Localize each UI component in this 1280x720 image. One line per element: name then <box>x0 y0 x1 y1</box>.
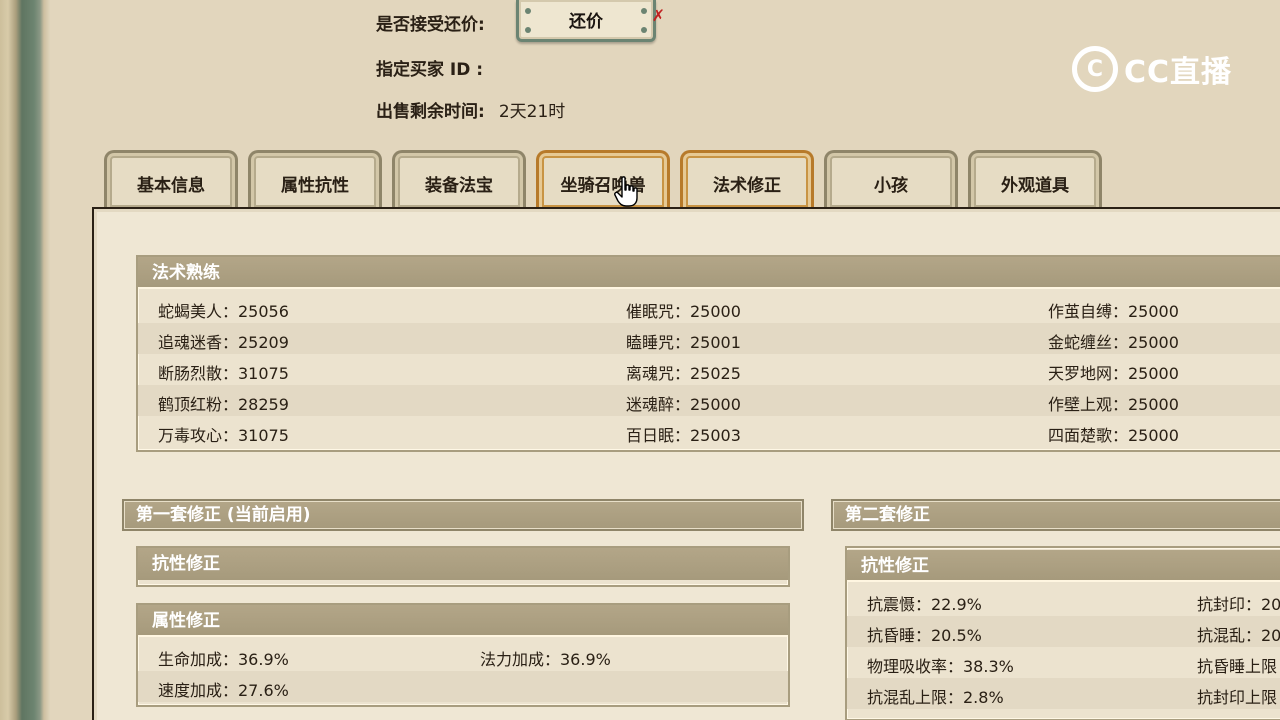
rivet-icon <box>641 27 647 33</box>
table-row: 抗混乱上限：2.8% 抗封印上限 <box>847 678 1280 709</box>
rivet-icon <box>525 8 531 14</box>
table-cell: 离魂咒：25025 <box>626 364 741 383</box>
time-left-row: 出售剩余时间: 2天21时 <box>376 97 565 122</box>
rivet-icon <box>525 27 531 33</box>
set1-title: 第一套修正 (当前启用) <box>122 499 804 531</box>
set2-title: 第二套修正 <box>831 499 1280 531</box>
spell-mastery-title: 法术熟练 <box>138 257 1280 289</box>
table-cell: 迷魂醉：25000 <box>626 395 741 414</box>
hand-cursor-icon <box>614 176 638 207</box>
table-row: 追魂迷香：25209 瞌睡咒：25001 金蛇缠丝：25000 <box>138 323 1280 354</box>
rivet-icon <box>641 8 647 14</box>
cc-logo-icon: C <box>1072 46 1118 92</box>
counter-offer-button[interactable]: 还价 ✗ <box>516 0 665 42</box>
table-row: 速度加成：27.6% <box>138 671 788 702</box>
set1-attr-title: 属性修正 <box>138 605 788 637</box>
table-row: 物理吸收率：38.3% 抗昏睡上限 <box>847 647 1280 678</box>
tab-label: 外观道具 <box>1001 176 1069 196</box>
table-cell: 蛇蝎美人：25056 <box>158 302 289 321</box>
table-cell: 抗昏睡上限 <box>1197 657 1278 676</box>
tab-attribute-resist[interactable]: 属性抗性 <box>248 150 382 210</box>
table-row: 抗震慑：22.9% 抗封印：20 <box>847 585 1280 616</box>
table-cell: 作茧自缚：25000 <box>1048 302 1179 321</box>
table-cell: 金蛇缠丝：25000 <box>1048 333 1179 352</box>
table-row: 鹤顶红粉：28259 迷魂醉：25000 作壁上观：25000 <box>138 385 1280 416</box>
table-cell: 物理吸收率：38.3% <box>867 657 1014 676</box>
table-cell: 抗封印：20 <box>1197 595 1280 614</box>
cc-live-logo: C CC直播 <box>1072 44 1232 94</box>
logo-text: CC直播 <box>1124 55 1233 90</box>
table-row: 生命加成：36.9% 法力加成：36.9% <box>138 640 788 671</box>
set2-resist-box: 抗性修正 抗震慑：22.9% 抗封印：20 抗昏睡：20.5% 抗混乱：20 物… <box>845 546 1280 720</box>
table-cell: 鹤顶红粉：28259 <box>158 395 289 414</box>
table-cell: 抗震慑：22.9% <box>867 595 982 614</box>
table-cell: 生命加成：36.9% <box>158 650 289 669</box>
counter-offer-label: 还价 <box>569 12 603 32</box>
tab-basic-info[interactable]: 基本信息 <box>104 150 238 210</box>
table-cell: 速度加成：27.6% <box>158 681 289 700</box>
tab-appearance-items[interactable]: 外观道具 <box>968 150 1102 210</box>
table-cell: 追魂迷香：25209 <box>158 333 289 352</box>
table-cell: 万毒攻心：31075 <box>158 426 289 445</box>
set1-resist-title: 抗性修正 <box>138 548 788 580</box>
table-cell: 抗混乱上限：2.8% <box>867 688 1004 707</box>
accept-counter-label: 是否接受还价: <box>376 15 485 35</box>
table-row: 断肠烈散：31075 离魂咒：25025 天罗地网：25000 <box>138 354 1280 385</box>
tab-label: 属性抗性 <box>281 176 349 196</box>
ribbon-icon: ✗ <box>651 6 665 25</box>
spell-mastery-box: 法术熟练 蛇蝎美人：25056 催眠咒：25000 作茧自缚：25000 追魂迷… <box>136 255 1280 452</box>
table-row: 万毒攻心：31075 百日眠：25003 四面楚歌：25000 <box>138 416 1280 447</box>
buyer-id-label: 指定买家 ID : <box>376 60 484 80</box>
tab-equipment[interactable]: 装备法宝 <box>392 150 526 210</box>
set2-resist-title: 抗性修正 <box>847 550 1280 582</box>
table-cell: 催眠咒：25000 <box>626 302 741 321</box>
tab-label: 装备法宝 <box>425 176 493 196</box>
tab-mount-pet[interactable]: 坐骑召唤兽 <box>536 150 670 210</box>
table-cell: 断肠烈散：31075 <box>158 364 289 383</box>
tab-child[interactable]: 小孩 <box>824 150 958 210</box>
table-cell: 作壁上观：25000 <box>1048 395 1179 414</box>
table-cell: 瞌睡咒：25001 <box>626 333 741 352</box>
table-row: 蛇蝎美人：25056 催眠咒：25000 作茧自缚：25000 <box>138 292 1280 323</box>
table-cell: 天罗地网：25000 <box>1048 364 1179 383</box>
tab-label: 基本信息 <box>137 176 205 196</box>
tab-label: 法术修正 <box>713 176 781 196</box>
tab-label: 小孩 <box>874 176 908 196</box>
tab-spell-correction[interactable]: 法术修正 <box>680 150 814 210</box>
table-row: 抗昏睡：20.5% 抗混乱：20 <box>847 616 1280 647</box>
table-cell: 法力加成：36.9% <box>480 650 611 669</box>
table-cell: 百日眠：25003 <box>626 426 741 445</box>
window-frame-left <box>0 0 50 720</box>
table-cell: 四面楚歌：25000 <box>1048 426 1179 445</box>
time-left-label: 出售剩余时间: <box>376 102 485 122</box>
table-cell: 抗混乱：20 <box>1197 626 1280 645</box>
set1-attr-box: 属性修正 生命加成：36.9% 法力加成：36.9% 速度加成：27.6% <box>136 603 790 707</box>
table-cell: 抗昏睡：20.5% <box>867 626 982 645</box>
table-cell: 抗封印上限 <box>1197 688 1278 707</box>
set1-resist-box: 抗性修正 <box>136 546 790 587</box>
time-left-value: 2天21时 <box>498 102 566 122</box>
